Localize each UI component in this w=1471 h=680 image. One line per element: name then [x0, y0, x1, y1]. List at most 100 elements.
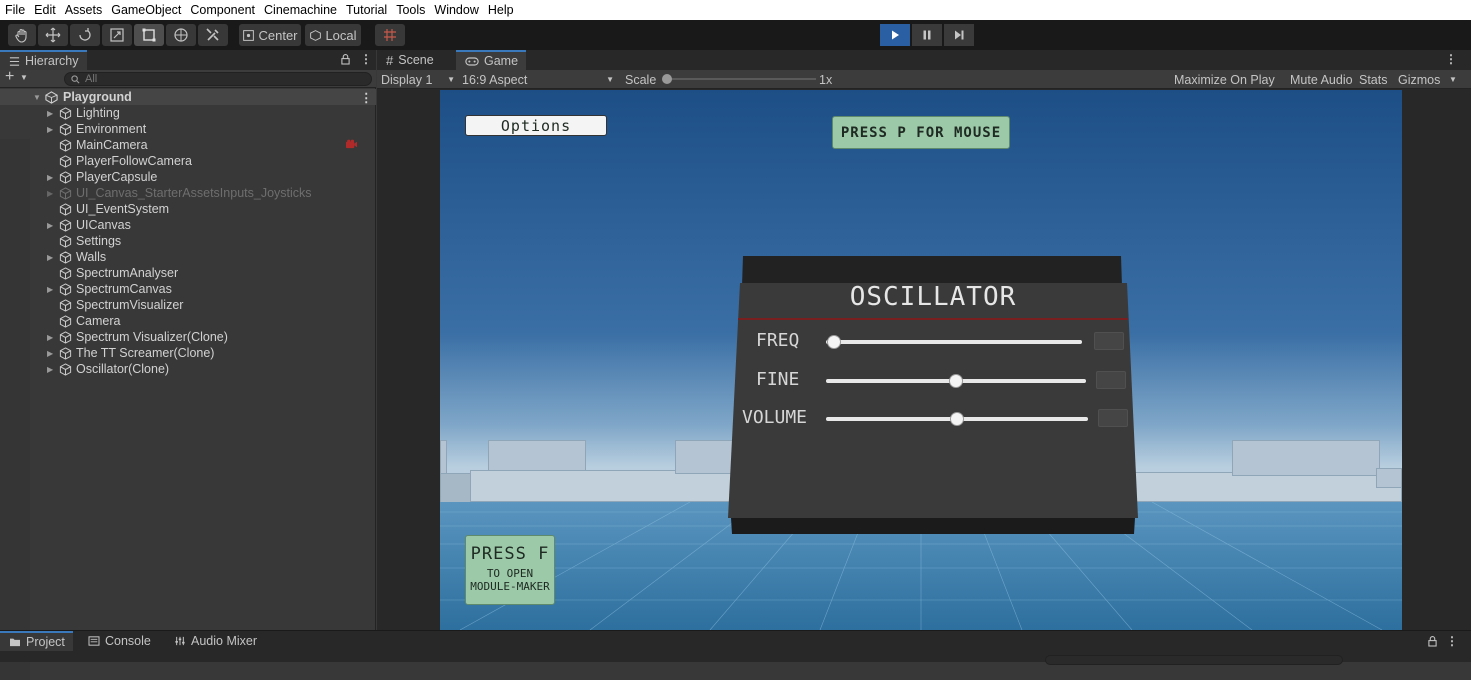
game-view-toolbar: Display 1 ▼ 16:9 Aspect ▼ Scale 1x Maxim…	[377, 70, 1471, 89]
hierarchy-search-input[interactable]: All	[64, 72, 372, 86]
hierarchy-item[interactable]: ▶ PlayerCapsule	[0, 169, 376, 185]
wall-block	[1376, 468, 1402, 488]
lock-icon[interactable]	[341, 54, 350, 65]
hierarchy-item[interactable]: UI_EventSystem	[0, 201, 376, 217]
panel-menu-icon[interactable]: ⋮	[1446, 634, 1458, 648]
menu-tutorial[interactable]: Tutorial	[341, 3, 391, 17]
menu-component[interactable]: Component	[185, 3, 259, 17]
add-object-button[interactable]: +	[5, 68, 14, 86]
hierarchy-item[interactable]: ▶ UICanvas	[0, 217, 376, 233]
scene-root-playground[interactable]: ▼ Playground ⋮	[0, 89, 376, 105]
collapsed-arrow-icon[interactable]: ▶	[47, 189, 53, 198]
add-dropdown-icon[interactable]: ▼	[20, 73, 28, 82]
pause-button[interactable]	[912, 24, 942, 46]
options-button[interactable]: Options	[465, 115, 607, 136]
slider-value-box[interactable]	[1098, 409, 1128, 427]
menu-help[interactable]: Help	[483, 3, 518, 17]
transform-tool-button[interactable]	[166, 24, 196, 46]
stats-toggle[interactable]: Stats	[1359, 70, 1388, 89]
custom-tool-button[interactable]	[198, 24, 228, 46]
gizmos-toggle[interactable]: Gizmos	[1398, 70, 1440, 89]
pivot-mode-button[interactable]: Center	[239, 24, 301, 46]
play-button[interactable]	[880, 24, 910, 46]
menu-file[interactable]: File	[0, 3, 29, 17]
pivot-space-button[interactable]: Local	[305, 24, 361, 46]
hierarchy-item[interactable]: ▶ SpectrumCanvas	[0, 281, 376, 297]
collapsed-arrow-icon[interactable]: ▶	[47, 173, 53, 182]
grid-snap-button[interactable]	[375, 24, 405, 46]
bottom-dock: Project Console Audio Mixer ⋮	[0, 630, 1471, 665]
mute-audio-toggle[interactable]: Mute Audio	[1290, 70, 1353, 89]
tab-hierarchy[interactable]: Hierarchy	[0, 50, 87, 70]
scene-menu-icon[interactable]: ⋮	[360, 90, 373, 105]
hierarchy-item-disabled[interactable]: ▶ UI_Canvas_StarterAssetsInputs_Joysticks	[0, 185, 376, 201]
hierarchy-item[interactable]: SpectrumVisualizer	[0, 297, 376, 313]
hierarchy-item[interactable]: Camera	[0, 313, 376, 329]
hierarchy-item[interactable]: Settings	[0, 233, 376, 249]
project-search-input[interactable]	[1045, 655, 1343, 665]
transform-icon	[174, 28, 188, 42]
hierarchy-item[interactable]: ▶ The TT Screamer(Clone)	[0, 345, 376, 361]
collapsed-arrow-icon[interactable]: ▶	[47, 365, 53, 374]
rect-tool-button[interactable]	[134, 24, 164, 46]
tab-scene[interactable]: # Scene	[377, 50, 442, 70]
panel-menu-icon[interactable]: ⋮	[1445, 52, 1457, 66]
gameobject-cube-icon	[59, 298, 72, 312]
collapsed-arrow-icon[interactable]: ▶	[47, 285, 53, 294]
menu-gameobject[interactable]: GameObject	[106, 3, 185, 17]
scale-slider-thumb[interactable]	[662, 74, 672, 84]
hierarchy-item[interactable]: PlayerFollowCamera	[0, 153, 376, 169]
slider-value-box[interactable]	[1096, 371, 1126, 389]
scale-tool-button[interactable]	[102, 24, 132, 46]
slider-value-box[interactable]	[1094, 332, 1124, 350]
collapsed-arrow-icon[interactable]: ▶	[47, 333, 53, 342]
slider-track[interactable]	[826, 340, 1082, 344]
slider-thumb[interactable]	[949, 374, 963, 388]
hierarchy-item[interactable]: ▶ Spectrum Visualizer(Clone)	[0, 329, 376, 345]
oscillator-module[interactable]: OSCILLATOR FREQ FINE VOLUME	[728, 256, 1138, 536]
collapsed-arrow-icon[interactable]: ▶	[47, 109, 53, 118]
hierarchy-item[interactable]: SpectrumAnalyser	[0, 265, 376, 281]
menu-cinemachine[interactable]: Cinemachine	[259, 3, 341, 17]
slider-thumb[interactable]	[950, 412, 964, 426]
scale-slider[interactable]	[662, 70, 816, 89]
lock-icon[interactable]	[1428, 636, 1437, 647]
rotate-tool-button[interactable]	[70, 24, 100, 46]
menu-window[interactable]: Window	[429, 3, 482, 17]
maximize-on-play-toggle[interactable]: Maximize On Play	[1174, 70, 1275, 89]
tab-audio-mixer[interactable]: Audio Mixer	[165, 631, 265, 651]
tab-game[interactable]: Game	[456, 50, 527, 70]
panel-menu-icon[interactable]: ⋮	[360, 52, 372, 66]
hand-tool-button[interactable]	[8, 24, 36, 46]
gizmos-dropdown-icon[interactable]: ▼	[1449, 70, 1457, 89]
game-viewport[interactable]: Options PRESS P FOR MOUSE OSCILLATOR FRE…	[440, 90, 1402, 630]
menu-edit[interactable]: Edit	[29, 3, 60, 17]
gameobject-cube-icon	[59, 346, 72, 360]
hierarchy-item[interactable]: ▶ Walls	[0, 249, 376, 265]
dropdown-arrow-icon: ▼	[447, 75, 455, 84]
hierarchy-item-label: Camera	[76, 314, 121, 328]
hierarchy-item[interactable]: ▶ Oscillator(Clone)	[0, 361, 376, 377]
display-dropdown[interactable]: Display 1 ▼	[381, 70, 455, 89]
menu-assets[interactable]: Assets	[60, 3, 107, 17]
aspect-dropdown[interactable]: 16:9 Aspect ▼	[462, 70, 614, 89]
gameobject-cube-icon	[59, 202, 72, 216]
slider-thumb[interactable]	[826, 335, 841, 349]
move-tool-button[interactable]	[38, 24, 68, 46]
step-button[interactable]	[944, 24, 974, 46]
expanded-arrow-icon[interactable]: ▼	[33, 93, 41, 102]
hierarchy-item[interactable]: MainCamera	[0, 137, 376, 153]
hierarchy-item[interactable]: ▶ Lighting	[0, 105, 376, 121]
collapsed-arrow-icon[interactable]: ▶	[47, 349, 53, 358]
tab-console[interactable]: Console	[79, 631, 159, 651]
menu-tools[interactable]: Tools	[391, 3, 429, 17]
folder-icon	[10, 638, 20, 647]
collapsed-arrow-icon[interactable]: ▶	[47, 221, 53, 230]
scene-grid-icon: #	[386, 52, 394, 68]
tab-project[interactable]: Project	[0, 631, 73, 651]
collapsed-arrow-icon[interactable]: ▶	[47, 125, 53, 134]
hierarchy-item[interactable]: ▶ Environment	[0, 121, 376, 137]
gameobject-cube-icon	[59, 186, 72, 200]
collapsed-arrow-icon[interactable]: ▶	[47, 253, 53, 262]
wall-block	[1232, 440, 1380, 476]
